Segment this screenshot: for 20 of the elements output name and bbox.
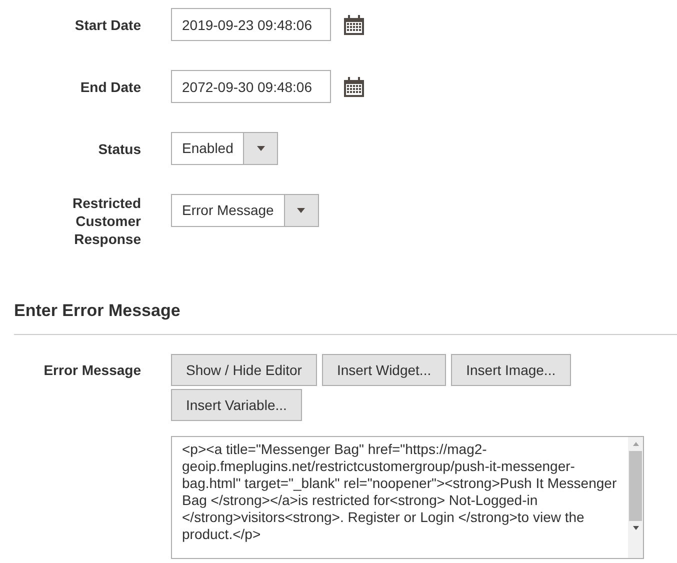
field-label: Status [97,140,141,158]
calendar-icon[interactable] [343,14,365,36]
caret-icon [256,146,265,151]
field-label: Error Message [44,360,141,380]
scrollbar[interactable] [628,437,643,558]
select-field[interactable]: Error Message [171,194,319,227]
section-title: Enter Error Message [14,301,180,320]
caret-icon [297,208,306,213]
editor-button[interactable]: Insert Widget... [322,354,446,386]
select-field[interactable]: Enabled [171,132,278,165]
editor-textarea[interactable]: <p><a title="Messenger Bag" href="https://mag2-geoip.fmeplugins.net/restrictcustomergroup/push-it-messenger-bag.html" target="_blank" rel="noopener"><strong>Push It Messenger Bag </strong></a>is restricted for<strong> Not-Logged-in </strong>visitors<strong>. Register or Login </strong>to view the product.</p> [171,436,644,559]
editor-button[interactable]: Insert Image... [451,354,571,386]
calendar-icon[interactable] [343,76,365,98]
editor-button[interactable]: Show / Hide Editor [171,354,317,386]
date-field[interactable]: 2072-09-30 09:48:06 [171,70,331,103]
field-label: Restricted Customer Response [72,194,141,248]
date-field[interactable]: 2019-09-23 09:48:06 [171,8,331,41]
editor-button[interactable]: Insert Variable... [171,389,302,421]
field-label: Start Date [74,16,141,34]
field-label: End Date [79,78,141,96]
